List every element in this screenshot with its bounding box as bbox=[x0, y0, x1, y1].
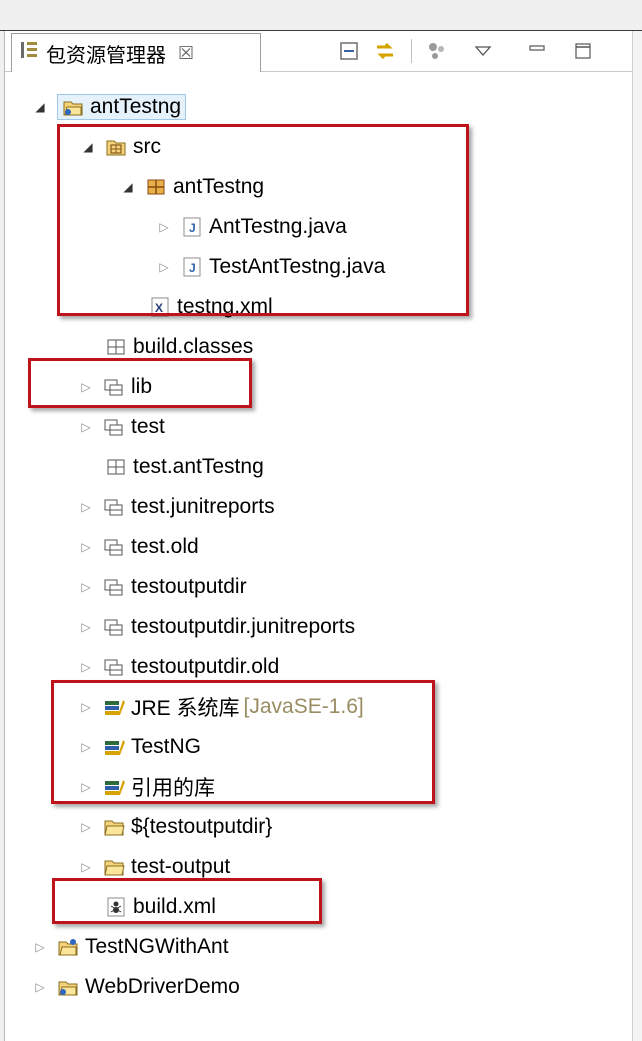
collapsed-arrow-icon[interactable]: ▷ bbox=[79, 420, 93, 434]
tree-item-testoutputdir-folder[interactable]: ▷ ${testoutputdir} bbox=[79, 807, 272, 847]
tree-item-label: test bbox=[131, 415, 165, 438]
window-top-bar bbox=[0, 0, 642, 31]
package-folder-icon bbox=[104, 539, 123, 556]
tab-title: 包资源管理器 bbox=[46, 44, 166, 67]
tree-item-TestNGWithAnt-project[interactable]: ▷ TestNGWithAnt bbox=[33, 927, 229, 967]
empty-package-icon bbox=[107, 339, 125, 355]
tree-item-test-old[interactable]: ▷ test.old bbox=[79, 527, 199, 567]
java-project-icon bbox=[58, 939, 78, 956]
folder-icon bbox=[104, 860, 125, 876]
highlight-box-build-xml bbox=[52, 878, 322, 924]
tree-item-label: antTestng bbox=[90, 95, 182, 118]
package-folder-icon bbox=[104, 419, 123, 436]
tree-item-testoutputdir-junitreports[interactable]: ▷ testoutputdir.junitreports bbox=[79, 607, 355, 647]
tree-item-WebDriverDemo-project[interactable]: ▷ WebDriverDemo bbox=[33, 967, 240, 1007]
package-folder-icon bbox=[104, 619, 123, 636]
tree-item-label: TestNGWithAnt bbox=[85, 935, 229, 958]
highlight-box-lib bbox=[28, 358, 252, 408]
view-toolbar: 包资源管理器 ☒ bbox=[5, 31, 632, 72]
collapsed-arrow-icon[interactable]: ▷ bbox=[79, 580, 93, 594]
tab-package-explorer[interactable]: 包资源管理器 ☒ bbox=[11, 33, 261, 72]
package-explorer-icon bbox=[20, 40, 38, 66]
tree-item-test[interactable]: ▷ test bbox=[79, 407, 165, 447]
folder-icon bbox=[104, 820, 125, 836]
tree-item-test-antTestng[interactable]: test.antTestng bbox=[81, 447, 264, 487]
minimize-icon[interactable] bbox=[525, 39, 549, 63]
java-project-icon bbox=[63, 101, 83, 116]
collapsed-arrow-icon[interactable]: ▷ bbox=[79, 500, 93, 514]
tree-item-test-junitreports[interactable]: ▷ test.junitreports bbox=[79, 487, 275, 527]
collapse-all-icon[interactable] bbox=[337, 39, 361, 63]
filter-icon[interactable] bbox=[425, 39, 449, 63]
tree-item-label: build.classes bbox=[133, 335, 254, 358]
highlight-box-libraries bbox=[51, 680, 435, 804]
collapsed-arrow-icon[interactable]: ▷ bbox=[79, 620, 93, 634]
package-folder-icon bbox=[104, 499, 123, 516]
panel-right-edge bbox=[632, 31, 642, 1041]
collapsed-arrow-icon[interactable]: ▷ bbox=[79, 820, 93, 834]
tree-item-antTestng-project[interactable]: ◢ antTestng bbox=[33, 87, 187, 127]
tree-item-label: test.old bbox=[131, 535, 199, 558]
package-folder-icon bbox=[104, 659, 123, 676]
tree-item-label: testoutputdir.junitreports bbox=[131, 615, 356, 638]
tree-item-label: test.junitreports bbox=[131, 495, 275, 518]
collapsed-arrow-icon[interactable]: ▷ bbox=[79, 540, 93, 554]
tree-item-label: test.antTestng bbox=[133, 455, 264, 478]
toolbar-separator bbox=[411, 39, 412, 63]
java-project-icon bbox=[58, 981, 78, 996]
close-icon[interactable]: ☒ bbox=[178, 43, 194, 64]
tree-item-label: test-output bbox=[131, 855, 231, 878]
tree-item-label: testoutputdir.old bbox=[131, 655, 280, 678]
tree-item-testoutputdir[interactable]: ▷ testoutputdir bbox=[79, 567, 247, 607]
collapsed-arrow-icon[interactable]: ▷ bbox=[79, 660, 93, 674]
maximize-icon[interactable] bbox=[571, 39, 595, 63]
collapsed-arrow-icon[interactable]: ▷ bbox=[33, 980, 47, 994]
highlight-box-src bbox=[57, 124, 469, 316]
tree-item-label: ${testoutputdir} bbox=[131, 815, 273, 838]
empty-package-icon bbox=[107, 459, 125, 475]
tree-item-label: testoutputdir bbox=[131, 575, 247, 598]
collapsed-arrow-icon[interactable]: ▷ bbox=[79, 860, 93, 874]
view-menu-icon[interactable] bbox=[471, 39, 495, 63]
collapsed-arrow-icon[interactable]: ▷ bbox=[33, 940, 47, 954]
link-with-editor-icon[interactable] bbox=[373, 39, 397, 63]
package-folder-icon bbox=[104, 579, 123, 596]
tree-item-label: WebDriverDemo bbox=[85, 975, 240, 998]
expanded-arrow-icon[interactable]: ◢ bbox=[33, 100, 47, 114]
